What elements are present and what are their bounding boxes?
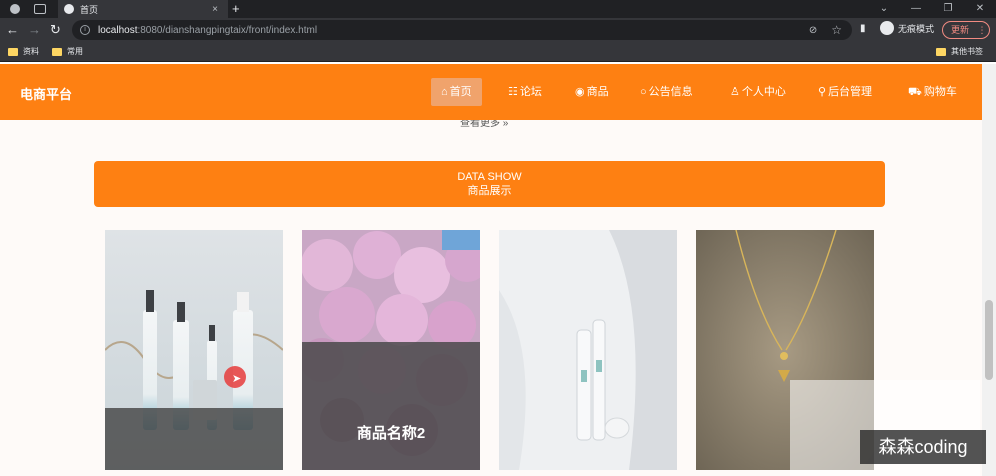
incognito-indicator[interactable]: 无痕模式: [880, 21, 934, 35]
nav-admin[interactable]: ⚲ 后台管理: [808, 78, 882, 106]
section-banner: DATA SHOW 商品展示: [94, 161, 885, 207]
back-icon[interactable]: ←: [6, 21, 19, 39]
site-brand[interactable]: 电商平台: [20, 84, 72, 103]
nav-label: 商品: [586, 86, 609, 98]
folder-icon: [8, 47, 18, 56]
eye-off-icon[interactable]: ⊘: [809, 25, 817, 36]
minimize-icon[interactable]: —: [900, 0, 932, 18]
section-title-zh: 商品展示: [467, 185, 512, 197]
nav-label: 首页: [449, 86, 472, 98]
scrollbar[interactable]: [982, 64, 996, 476]
info-icon[interactable]: i: [80, 25, 90, 35]
nav-label: 个人中心: [741, 86, 786, 98]
card-overlay: [105, 408, 283, 470]
cursor-arrow-icon: ➤: [232, 373, 242, 385]
globe-icon: [64, 4, 74, 14]
url-host: localhost: [98, 24, 138, 36]
product-icon: ◉: [575, 86, 585, 98]
bookmark-folder[interactable]: 资料: [8, 46, 39, 57]
product-card[interactable]: 商品名称2: [302, 230, 480, 470]
tab-overview-icon[interactable]: [34, 4, 46, 14]
url-path: :8080/dianshangpingtaix/front/index.html: [137, 24, 318, 36]
nav-products[interactable]: ◉ 商品: [565, 78, 619, 106]
nav-label: 公告信息: [648, 86, 693, 98]
site-header: 电商平台 ⌂ 首页 ☷ 论坛 ◉ 商品 ○ 公告信息 ♙ 个人中心 ⚲ 后台管理 ⛟ 购物车: [0, 64, 982, 120]
new-tab-button[interactable]: +: [232, 0, 240, 18]
window-controls: ⌄ — ❐ ✕: [868, 0, 996, 18]
scrollbar-thumb[interactable]: [985, 300, 993, 380]
star-icon[interactable]: ☆: [831, 23, 842, 37]
tab-title: 首页: [80, 4, 99, 15]
browser-tab[interactable]: 首页 ×: [58, 0, 228, 18]
incognito-icon: [880, 21, 894, 35]
nav-home[interactable]: ⌂ 首页: [431, 78, 482, 106]
product-card[interactable]: [499, 230, 677, 470]
notice-icon: ○: [640, 86, 647, 98]
folder-icon: [52, 47, 62, 56]
bookmark-folder[interactable]: 常用: [52, 46, 83, 57]
product-image: [499, 230, 677, 470]
other-bookmarks-label: 其他书签: [951, 47, 983, 56]
chevron-down-icon[interactable]: ⌄: [868, 0, 900, 18]
nav-label: 论坛: [519, 86, 542, 98]
nav-cart[interactable]: ⛟ 购物车: [898, 78, 967, 106]
update-label: 更新: [951, 25, 970, 35]
bookmarks-bar: 资料 常用 其他书签: [0, 42, 996, 62]
nav-user-center[interactable]: ♙ 个人中心: [720, 78, 796, 106]
card-overlay: [302, 342, 480, 470]
browser-toolbar: ← → ↻ i localhost :8080/dianshangpingtai…: [0, 18, 996, 42]
home-icon: ⌂: [441, 86, 448, 98]
side-panel-icon[interactable]: ▮: [860, 23, 866, 34]
folder-icon: [936, 47, 946, 56]
product-name: 商品名称2: [356, 425, 426, 442]
restore-icon[interactable]: ❐: [932, 0, 964, 18]
profile-icon[interactable]: [10, 4, 20, 14]
browser-tab-bar: 首页 × + ⌄ — ❐ ✕: [0, 0, 996, 18]
close-tab-icon[interactable]: ×: [212, 4, 218, 15]
close-window-icon[interactable]: ✕: [964, 0, 996, 18]
forum-icon: ☷: [508, 86, 518, 98]
section-title-en: DATA SHOW: [457, 171, 522, 183]
reload-icon[interactable]: ↻: [50, 21, 61, 39]
nav-notices[interactable]: ○ 公告信息: [630, 78, 703, 106]
nav-forum[interactable]: ☷ 论坛: [498, 78, 552, 106]
nav-label: 后台管理: [828, 86, 873, 98]
address-bar[interactable]: i localhost :8080/dianshangpingtaix/fron…: [72, 20, 852, 40]
cart-icon: ⛟: [908, 86, 922, 98]
product-card[interactable]: [105, 230, 283, 470]
link-icon: ⚲: [818, 86, 827, 98]
update-button[interactable]: 更新 ⋮: [942, 21, 990, 39]
view-more-link[interactable]: 查看更多 »: [460, 120, 508, 129]
bookmark-label: 资料: [23, 47, 39, 56]
nav-label: 购物车: [923, 86, 957, 98]
user-icon: ♙: [730, 86, 740, 98]
incognito-label: 无痕模式: [898, 23, 935, 34]
bookmark-label: 常用: [67, 47, 83, 56]
forward-icon[interactable]: →: [28, 21, 41, 39]
other-bookmarks[interactable]: 其他书签: [936, 46, 983, 57]
menu-icon: ⋮: [977, 25, 987, 35]
watermark: 森森coding: [860, 430, 986, 464]
